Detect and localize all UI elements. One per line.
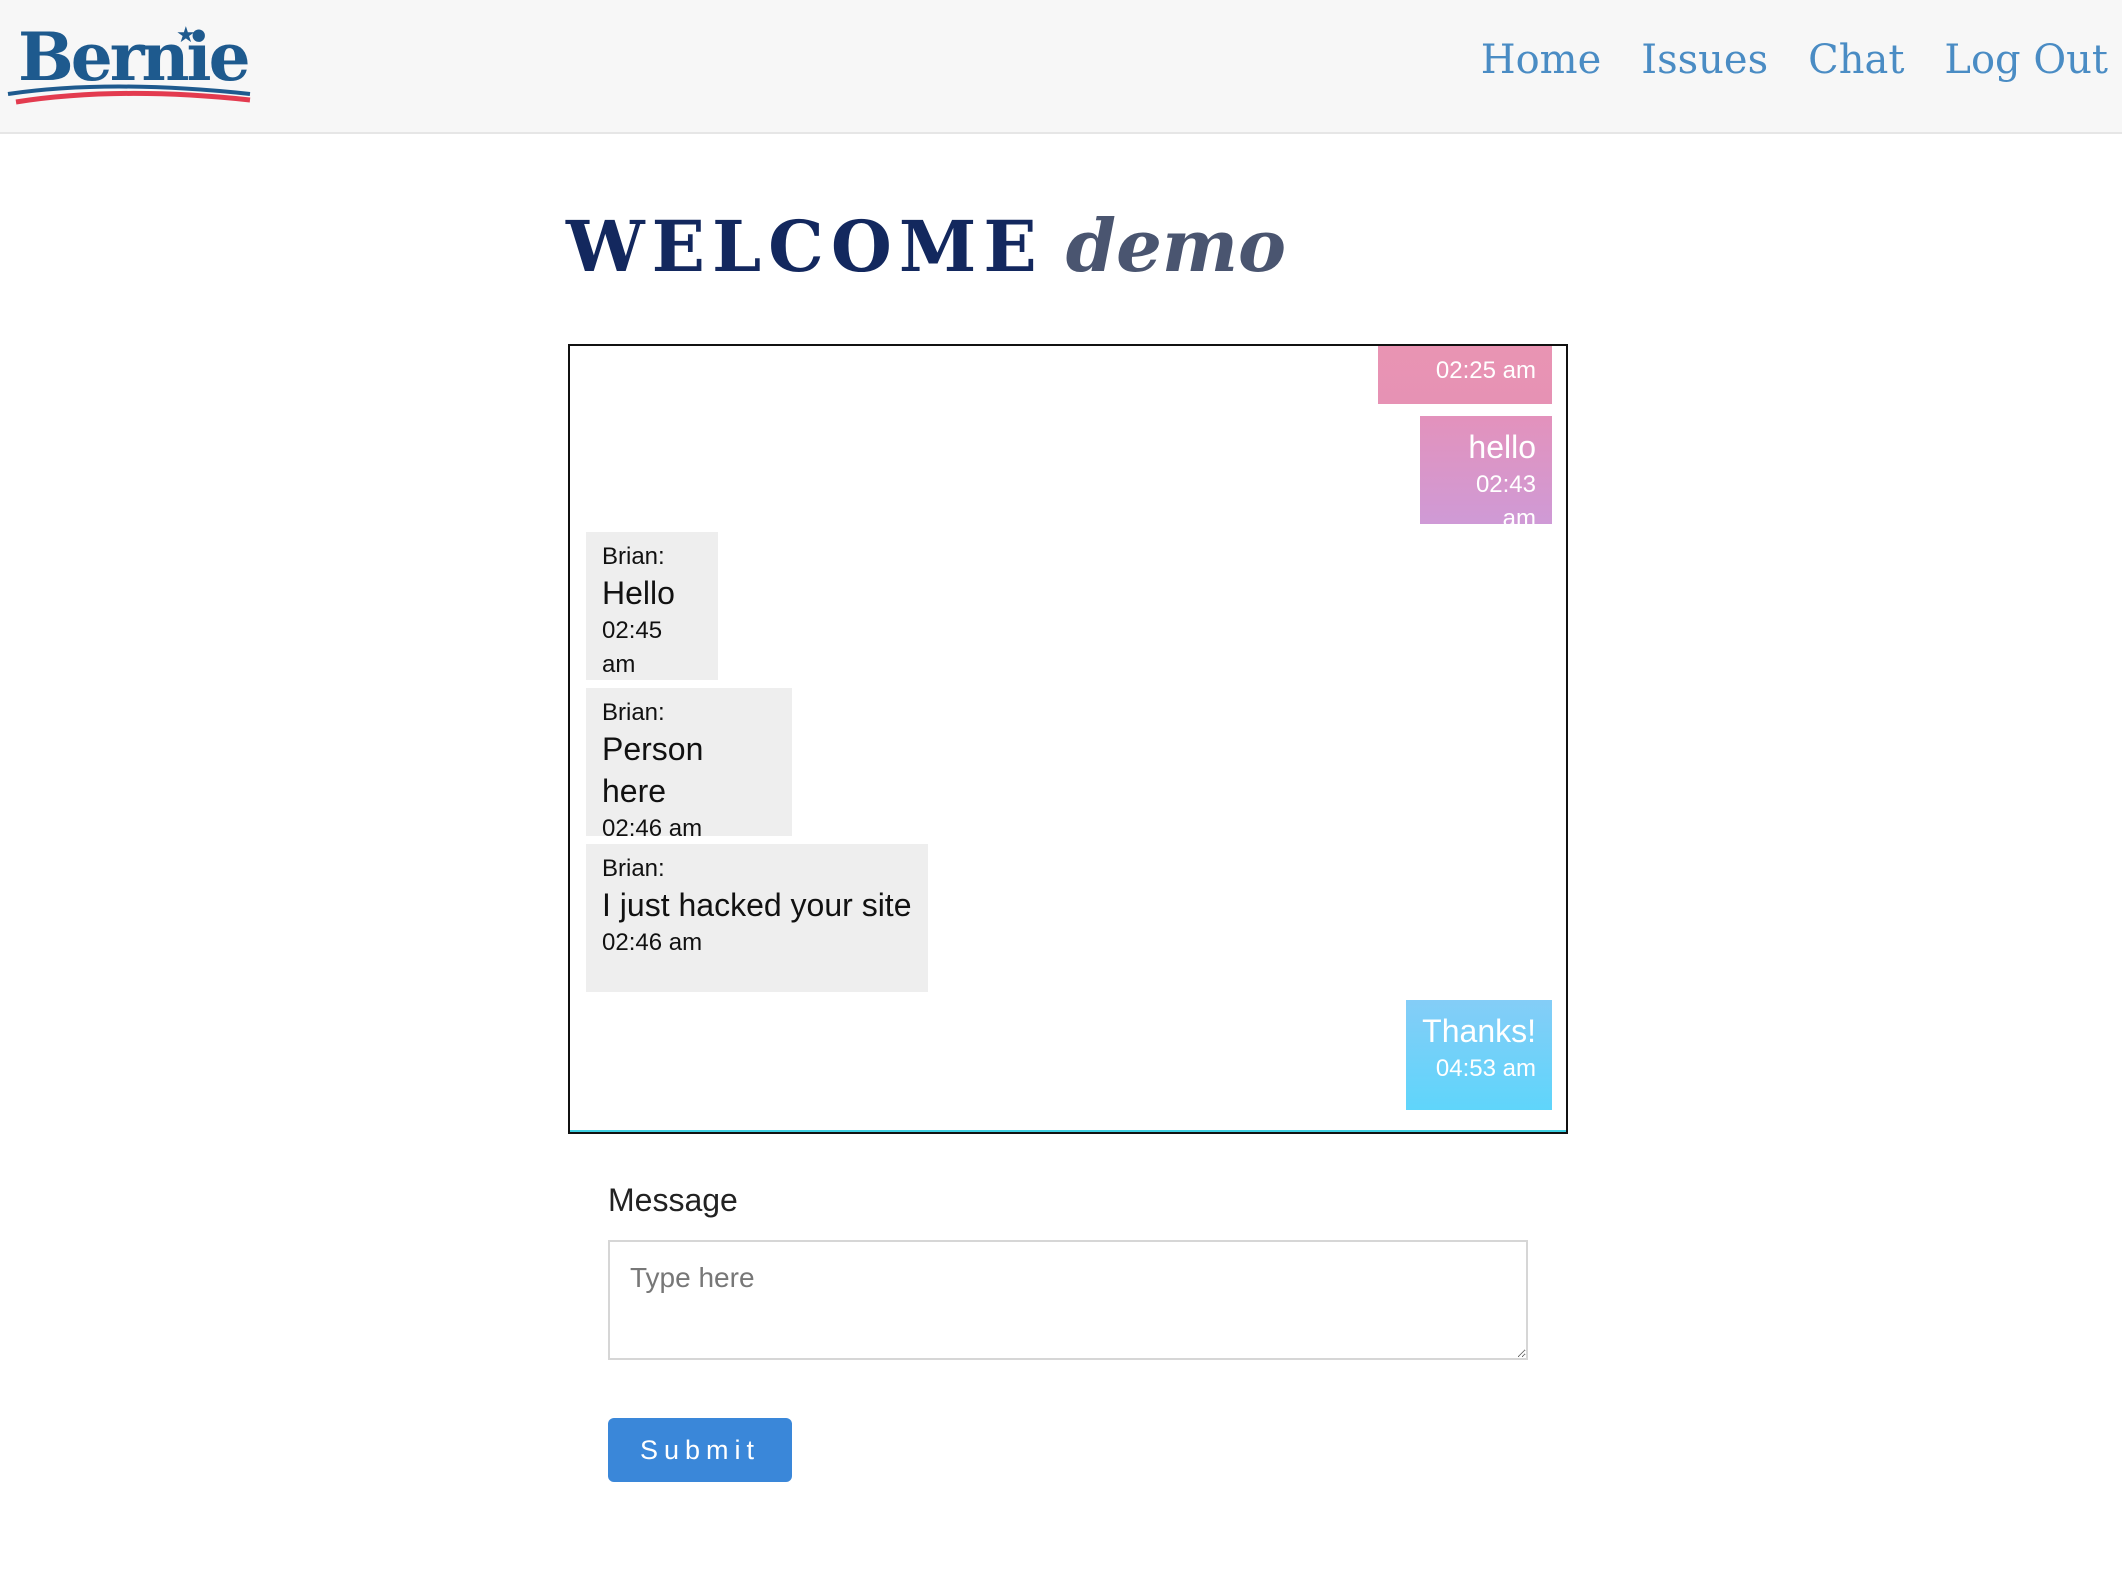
logo-swoosh-icon	[7, 84, 251, 105]
chat-message-received: Brian: I just hacked your site 02:46 am	[586, 844, 928, 992]
message-time: 04:53 am	[1435, 1055, 1536, 1082]
message-text: Person here	[602, 731, 704, 809]
nav-home-link[interactable]: Home	[1481, 37, 1602, 83]
welcome-word: WELCOME	[566, 205, 1044, 288]
message-time: 02:45 am	[602, 617, 663, 678]
message-time: 02:46 am	[602, 815, 703, 842]
message-text: Hello	[602, 575, 675, 611]
chat-message-sent: hello 02:43 am	[1420, 416, 1552, 532]
chat-message-received: Brian: Hello 02:45 am	[586, 532, 718, 680]
logo-wordmark: Bernie	[18, 18, 251, 96]
message-text: hello	[1468, 429, 1536, 465]
chat-message-sent: Thanks! 04:53 am	[1406, 1000, 1552, 1110]
welcome-username: demo	[1065, 203, 1287, 288]
chat-window[interactable]: 02:25 am hello 02:43 am Brian: Hello 02:…	[568, 344, 1568, 1134]
chat-message-received: Brian: Person here 02:46 am	[586, 688, 792, 842]
nav-issues-link[interactable]: Issues	[1641, 37, 1768, 83]
message-sender: Brian:	[602, 699, 665, 726]
message-sender: Brian:	[602, 543, 665, 570]
message-input[interactable]	[608, 1240, 1528, 1360]
nav-logout-link[interactable]: Log Out	[1944, 37, 2108, 83]
chat-divider	[570, 1130, 1566, 1132]
message-sender: Brian:	[602, 855, 665, 882]
top-navbar: Bernie ★ Home Issues Chat Log Out	[0, 0, 2122, 134]
message-time: 02:43 am	[1475, 471, 1536, 532]
welcome-heading: WELCOME demo	[566, 210, 1286, 282]
nav-links: Home Issues Chat Log Out	[1481, 30, 2108, 90]
message-label: Message	[608, 1182, 738, 1218]
star-icon: ★	[176, 22, 196, 47]
submit-button[interactable]: Submit	[608, 1418, 792, 1482]
message-text: I just hacked your site	[602, 887, 912, 923]
nav-chat-link[interactable]: Chat	[1808, 37, 1904, 83]
message-time: 02:25 am	[1435, 357, 1536, 384]
message-text: Thanks!	[1422, 1013, 1536, 1049]
bernie-logo[interactable]: Bernie ★	[6, 20, 252, 110]
chat-message-sent: 02:25 am	[1378, 346, 1552, 404]
message-time: 02:46 am	[602, 929, 703, 956]
